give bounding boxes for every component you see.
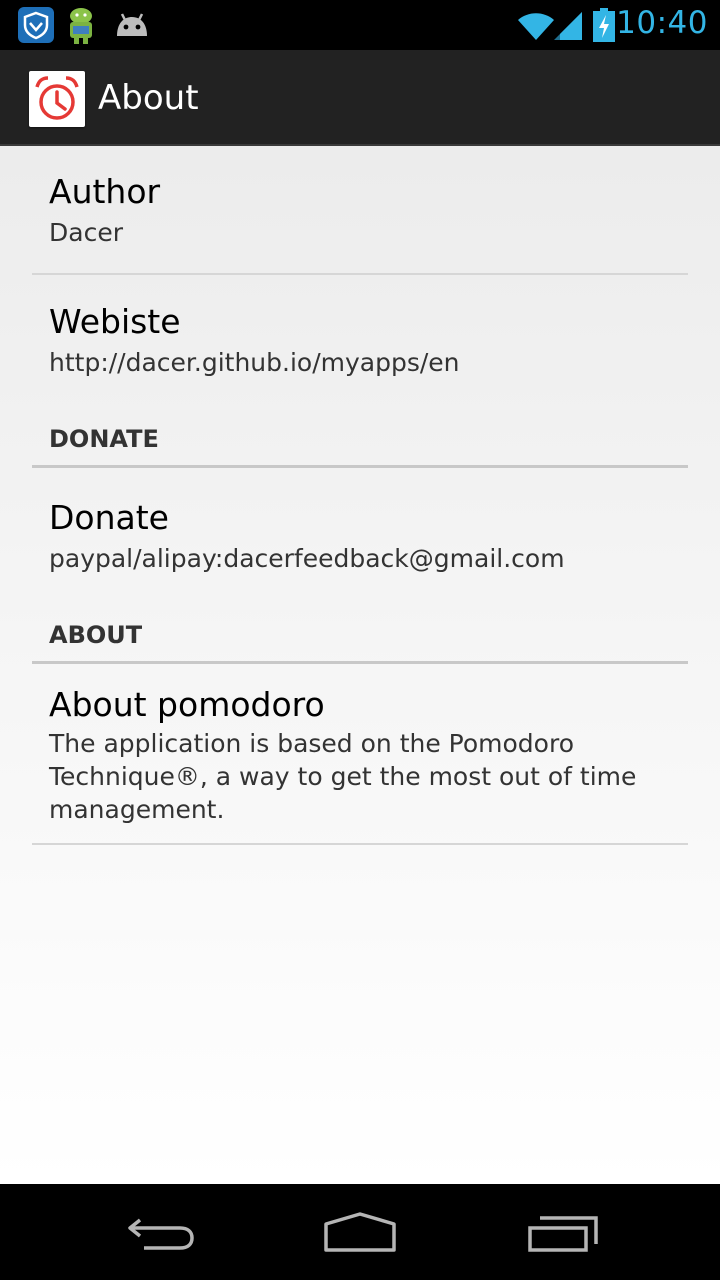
divider	[32, 273, 688, 275]
battery-charging-icon	[592, 8, 616, 46]
category-header-about: ABOUT	[32, 620, 688, 650]
home-icon[interactable]	[320, 1208, 400, 1256]
status-bar: 10:40	[0, 0, 720, 50]
pref-title: About pomodoro	[49, 685, 325, 724]
android-app-icon	[64, 6, 98, 50]
pref-summary: Dacer	[49, 218, 123, 247]
alarm-clock-icon[interactable]	[29, 71, 85, 127]
page-title: About	[98, 78, 199, 118]
status-time: 10:40	[616, 5, 708, 41]
pref-title: Webiste	[49, 302, 181, 341]
pref-title: Donate	[49, 498, 169, 537]
android-robot-icon	[113, 12, 151, 42]
action-bar: About	[0, 50, 720, 146]
recent-apps-icon[interactable]	[522, 1208, 602, 1256]
pref-item-website[interactable]: Webiste http://dacer.github.io/myapps/en	[32, 302, 688, 379]
pref-item-author[interactable]: Author Dacer	[32, 172, 688, 249]
preferences-list: Author Dacer Webiste http://dacer.github…	[0, 146, 720, 1184]
category-header-donate: DONATE	[32, 424, 688, 454]
summary-line: The application is based on the Pomodoro	[49, 729, 574, 758]
divider	[32, 843, 688, 845]
pref-item-about-pomodoro[interactable]: About pomodoro The application is based …	[32, 685, 688, 826]
category-divider	[32, 465, 688, 468]
pref-title: Author	[49, 172, 161, 211]
summary-line: Technique®, a way to get the most out of…	[49, 762, 637, 791]
pref-item-donate[interactable]: Donate paypal/alipay:dacerfeedback@gmail…	[32, 498, 688, 575]
category-title: DONATE	[49, 425, 159, 453]
category-title: ABOUT	[49, 621, 143, 649]
back-icon[interactable]	[120, 1208, 200, 1256]
navigation-bar	[0, 1184, 720, 1280]
wifi-icon	[516, 10, 556, 46]
shield-app-icon	[17, 6, 55, 48]
summary-line: management.	[49, 795, 225, 824]
pref-summary: The application is based on the Pomodoro…	[32, 727, 688, 826]
category-divider	[32, 661, 688, 664]
pref-summary: http://dacer.github.io/myapps/en	[49, 348, 460, 377]
pref-summary: paypal/alipay:dacerfeedback@gmail.com	[49, 544, 565, 573]
signal-icon	[552, 10, 584, 46]
